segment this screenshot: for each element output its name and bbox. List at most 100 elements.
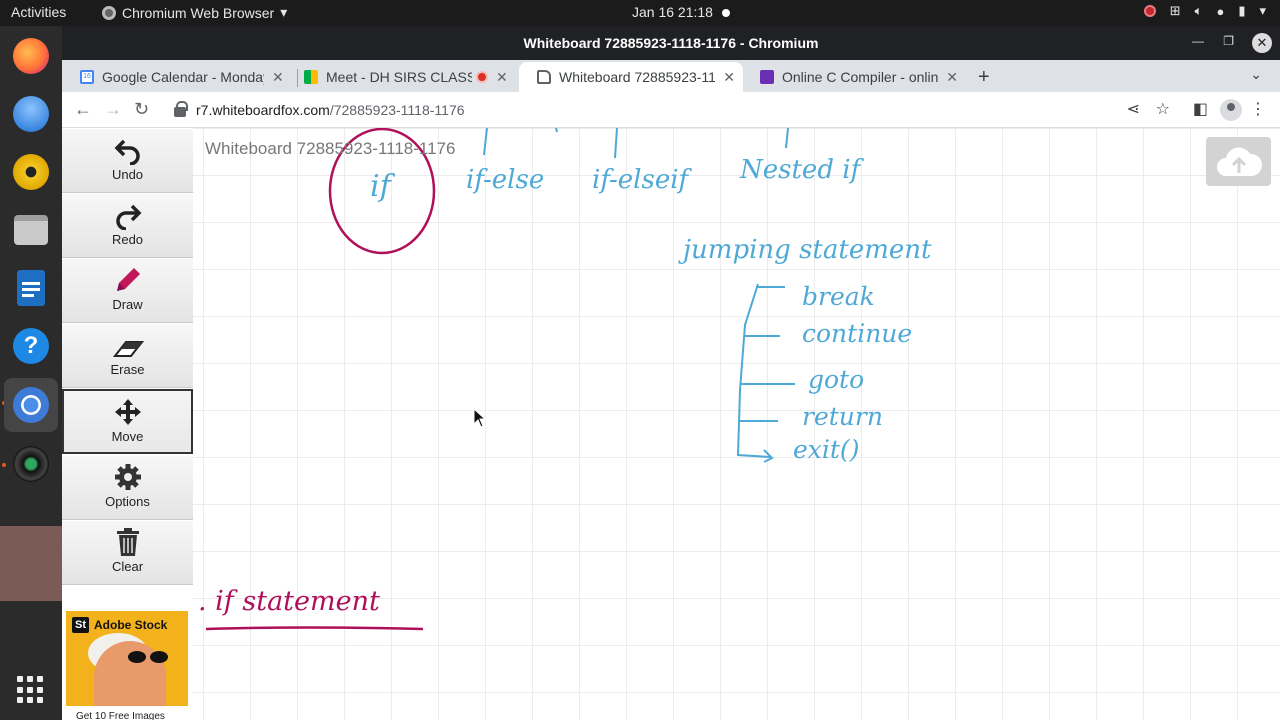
address-bar[interactable]: r7.whiteboardfox.com/72885923-1118-1176 xyxy=(174,96,1094,124)
thunderbird-launcher[interactable] xyxy=(11,94,51,134)
eraser-icon xyxy=(112,341,144,357)
share-icon[interactable]: ⋖ xyxy=(1127,99,1140,119)
redo-button[interactable]: Redo xyxy=(62,193,193,258)
tab-online-compiler[interactable]: Online C Compiler - online ✕ xyxy=(742,62,966,92)
board-item-goto: goto xyxy=(808,365,864,394)
upload-button[interactable] xyxy=(1206,137,1271,186)
options-label: Options xyxy=(105,494,150,509)
writer-launcher[interactable] xyxy=(11,268,51,308)
network-icon: ⊞ xyxy=(1169,3,1181,18)
recording-icon[interactable] xyxy=(1143,5,1156,17)
new-tab-button[interactable]: + xyxy=(978,66,990,89)
ink-stroke xyxy=(555,128,558,133)
lock-icon[interactable] xyxy=(174,101,188,117)
ad-brand: St Adobe Stock xyxy=(72,617,167,633)
files-launcher[interactable] xyxy=(11,210,51,250)
camera-lens-icon xyxy=(13,446,49,482)
clear-label: Clear xyxy=(111,559,144,574)
menu-kebab-icon[interactable]: ⋮ xyxy=(1250,99,1266,119)
board-jumping-heading: jumping statement xyxy=(678,235,932,265)
show-applications-icon[interactable] xyxy=(17,676,45,704)
ink-stroke xyxy=(483,128,488,156)
tab-meet[interactable]: Meet - DH SIRS CLASSRO ✕ xyxy=(286,62,520,92)
restore-icon[interactable]: ❐ xyxy=(1223,34,1234,48)
reload-button[interactable]: ↻ xyxy=(134,99,149,120)
tab-label: Meet - DH SIRS CLASSRO xyxy=(326,69,472,85)
chromium-launcher[interactable] xyxy=(4,378,58,432)
undo-button[interactable]: Undo xyxy=(62,128,193,193)
board-term-if-else: if-else xyxy=(466,165,544,195)
help-launcher[interactable]: ? xyxy=(11,326,51,366)
options-button[interactable]: Options xyxy=(62,455,193,520)
profile-avatar-icon[interactable] xyxy=(1220,99,1242,121)
ad-caption[interactable]: Get 10 Free Images xyxy=(76,711,165,720)
clear-button[interactable]: Clear xyxy=(62,520,193,585)
close-tab-icon[interactable]: ✕ xyxy=(496,69,508,86)
close-window-icon[interactable]: ✕ xyxy=(1252,33,1272,53)
browser-toolbar: ← → ↻ r7.whiteboardfox.com/72885923-1118… xyxy=(62,92,1280,128)
rhythmbox-icon xyxy=(13,154,49,190)
erase-label: Erase xyxy=(110,362,145,377)
rhythmbox-launcher[interactable] xyxy=(11,152,51,192)
move-button[interactable]: Move xyxy=(62,389,193,454)
redo-icon xyxy=(115,204,141,230)
adobe-stock-logo: St xyxy=(72,617,89,633)
draw-button[interactable]: Draw xyxy=(62,258,193,323)
erase-button[interactable]: Erase xyxy=(62,323,193,388)
board-bottom-heading: . if statement xyxy=(198,586,380,617)
microphone-icon: ● xyxy=(1216,3,1225,19)
adobe-stock-ad[interactable]: St Adobe Stock xyxy=(66,611,188,706)
board-item-return: return xyxy=(802,402,883,431)
board-term-if-elseif: if-elseif xyxy=(592,165,693,195)
whiteboard-canvas[interactable]: if if-else if-elseif Nested if jumping s… xyxy=(62,128,1280,720)
ink-underline xyxy=(205,626,424,631)
system-top-bar: Activities Chromium Web Browser ▾ Jan 16… xyxy=(0,0,1280,26)
background-wallpaper-strip xyxy=(0,526,62,601)
tab-google-calendar[interactable]: 16 Google Calendar - Monday ✕ xyxy=(62,62,296,92)
clock[interactable]: Jan 16 21:18 xyxy=(632,4,713,20)
tab-whiteboard[interactable]: Whiteboard 72885923-1118-1176 ✕ xyxy=(519,62,743,92)
system-tray[interactable]: ⊞ 🔈︎ ● ▮ ▾ xyxy=(1143,3,1266,19)
folder-icon xyxy=(14,215,48,245)
tab-search-icon[interactable]: ⌄ xyxy=(1250,66,1262,83)
activities-button[interactable]: Activities xyxy=(11,4,66,20)
compiler-icon xyxy=(760,70,774,84)
ad-brand-name: Adobe Stock xyxy=(94,618,168,632)
board-item-continue: continue xyxy=(802,319,912,348)
move-icon xyxy=(114,399,141,425)
redo-label: Redo xyxy=(111,232,144,247)
chevron-down-icon: ▾ xyxy=(1259,3,1266,18)
tab-label: Whiteboard 72885923-1118-1176 xyxy=(559,69,715,85)
sunglasses-icon xyxy=(128,651,170,663)
close-tab-icon[interactable]: ✕ xyxy=(723,69,735,86)
minimize-icon[interactable]: — xyxy=(1192,34,1204,48)
app-menu[interactable]: Chromium Web Browser ▾ xyxy=(102,4,287,21)
draw-label: Draw xyxy=(112,297,143,312)
chevron-down-icon: ▾ xyxy=(280,4,288,20)
close-tab-icon[interactable]: ✕ xyxy=(272,69,284,86)
obs-launcher[interactable] xyxy=(11,444,51,484)
board-item-exit: exit() xyxy=(793,435,859,464)
bookmark-star-icon[interactable]: ☆ xyxy=(1156,99,1170,119)
document-icon xyxy=(17,270,45,306)
url-path: /72885923-1118-1176 xyxy=(329,102,465,118)
move-label: Move xyxy=(111,429,144,444)
ink-stroke xyxy=(614,128,618,159)
notification-dot xyxy=(722,9,730,17)
side-panel-icon[interactable]: ◧ xyxy=(1193,99,1208,119)
ink-bracket xyxy=(736,283,771,458)
calendar-icon: 16 xyxy=(80,70,94,84)
chromium-icon xyxy=(102,5,116,20)
undo-icon xyxy=(114,139,140,165)
board-term-nested-if: Nested if xyxy=(739,155,865,185)
board-term-if: if xyxy=(370,169,396,204)
back-button[interactable]: ← xyxy=(74,99,92,120)
forward-button[interactable]: → xyxy=(104,99,122,120)
firefox-launcher[interactable] xyxy=(11,36,51,76)
whiteboard-icon xyxy=(537,70,551,84)
window-titlebar: Whiteboard 72885923-1118-1176 - Chromium… xyxy=(62,26,1280,60)
help-icon: ? xyxy=(13,328,49,364)
whiteboard-page: if if-else if-elseif Nested if jumping s… xyxy=(62,128,1280,720)
tab-strip: 16 Google Calendar - Monday ✕ Meet - DH … xyxy=(62,60,1280,92)
close-tab-icon[interactable]: ✕ xyxy=(946,69,958,86)
